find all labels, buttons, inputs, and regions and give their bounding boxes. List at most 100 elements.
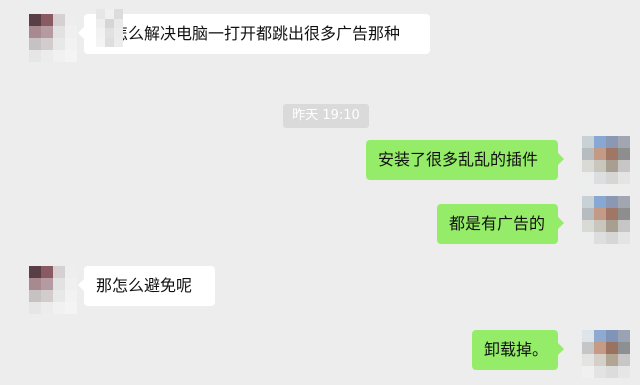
avatar-pixel — [594, 136, 606, 148]
avatar-pixel — [41, 50, 53, 62]
avatar-pixel — [53, 266, 65, 278]
avatar-pixel — [65, 38, 77, 50]
mosaic-pixel — [105, 37, 114, 47]
avatar-pixel — [594, 330, 606, 342]
mosaic-pixel — [114, 37, 123, 47]
avatar-pixel — [29, 278, 41, 290]
avatar-pixel — [618, 136, 630, 148]
avatar-pixel — [606, 342, 618, 354]
avatar-pixel — [65, 302, 77, 314]
avatar-pixel — [594, 232, 606, 244]
message-bubble-incoming[interactable]: 那怎么避免呢 — [78, 266, 215, 306]
message-bubble-outgoing[interactable]: 都是有广告的 — [437, 204, 564, 244]
avatar-pixel — [41, 302, 53, 314]
avatar-pixel — [582, 136, 594, 148]
avatar-pixel — [606, 160, 618, 172]
avatar-pixel — [582, 160, 594, 172]
mosaic-pixel — [105, 9, 114, 19]
avatar-pixel — [582, 196, 594, 208]
avatar-pixel — [582, 232, 594, 244]
message-text: 都是有广告的 — [449, 214, 546, 233]
self-avatar[interactable] — [582, 330, 630, 378]
avatar-pixel — [606, 208, 618, 220]
avatar-pixel — [606, 172, 618, 184]
avatar-pixel — [594, 366, 606, 378]
avatar-pixel — [618, 366, 630, 378]
mosaic-pixel — [96, 9, 105, 19]
avatar-pixel — [594, 160, 606, 172]
avatar-pixel — [29, 290, 41, 302]
avatar-pixel — [594, 148, 606, 160]
avatar-pixel — [65, 14, 77, 26]
avatar-pixel — [582, 366, 594, 378]
mosaic-pixel — [105, 18, 114, 28]
avatar-pixel — [582, 330, 594, 342]
avatar-pixel — [618, 354, 630, 366]
avatar-pixel — [41, 38, 53, 50]
message-bubble-incoming[interactable]: 哥怎么解决电脑一打开都跳出很多广告那种 — [78, 14, 430, 54]
avatar-pixel — [582, 148, 594, 160]
avatar-pixel — [29, 302, 41, 314]
avatar-pixel — [594, 354, 606, 366]
mosaic-pixel — [114, 9, 123, 19]
avatar-pixel — [53, 26, 65, 38]
avatar-pixel — [594, 220, 606, 232]
avatar-pixel — [606, 330, 618, 342]
self-avatar[interactable] — [582, 196, 630, 244]
avatar-pixel — [582, 208, 594, 220]
avatar-pixel — [53, 14, 65, 26]
avatar-pixel — [594, 208, 606, 220]
avatar-pixel — [582, 172, 594, 184]
avatar-pixel — [618, 342, 630, 354]
avatar-pixel — [29, 26, 41, 38]
avatar-pixel — [41, 278, 53, 290]
chat-window: { "messages": [ { "side": "left", "text"… — [0, 0, 640, 385]
avatar-pixel — [41, 14, 53, 26]
self-avatar[interactable] — [582, 136, 630, 184]
avatar-pixel — [618, 172, 630, 184]
avatar-pixel — [618, 208, 630, 220]
avatar-pixel — [29, 266, 41, 278]
mosaic-pixel — [114, 28, 123, 38]
avatar-pixel — [606, 148, 618, 160]
avatar-pixel — [29, 50, 41, 62]
mosaic-pixel — [105, 28, 114, 38]
avatar-pixel — [606, 196, 618, 208]
avatar-pixel — [618, 330, 630, 342]
avatar-pixel — [29, 14, 41, 26]
avatar-pixel — [65, 266, 77, 278]
message-text: 那怎么避免呢 — [96, 276, 193, 295]
avatar-pixel — [606, 354, 618, 366]
avatar-pixel — [618, 148, 630, 160]
avatar-pixel — [594, 342, 606, 354]
message-text: 安装了很多乱乱的插件 — [378, 150, 539, 169]
timestamp: 昨天 19:10 — [283, 104, 369, 128]
avatar-pixel — [41, 266, 53, 278]
mosaic-pixel — [96, 37, 105, 47]
avatar-pixel — [594, 172, 606, 184]
avatar-pixel — [618, 232, 630, 244]
avatar-pixel — [53, 278, 65, 290]
avatar-pixel — [582, 342, 594, 354]
avatar-pixel — [65, 278, 77, 290]
avatar-pixel — [29, 38, 41, 50]
contact-avatar[interactable] — [29, 14, 77, 62]
message-text: 哥怎么解决电脑一打开都跳出很多广告那种 — [96, 24, 401, 43]
mosaic-pixel — [114, 18, 123, 28]
avatar-pixel — [53, 38, 65, 50]
avatar-pixel — [582, 354, 594, 366]
message-bubble-outgoing[interactable]: 安装了很多乱乱的插件 — [366, 140, 564, 180]
avatar-pixel — [53, 302, 65, 314]
avatar-pixel — [606, 136, 618, 148]
message-bubble-outgoing[interactable]: 卸载掉。 — [472, 330, 564, 370]
avatar-pixel — [594, 196, 606, 208]
avatar-pixel — [65, 290, 77, 302]
mosaic-pixel — [96, 18, 105, 28]
contact-avatar[interactable] — [29, 266, 77, 314]
avatar-pixel — [606, 366, 618, 378]
avatar-pixel — [53, 290, 65, 302]
redacted-name-mosaic — [96, 9, 123, 47]
avatar-pixel — [618, 160, 630, 172]
mosaic-pixel — [96, 28, 105, 38]
avatar-pixel — [41, 290, 53, 302]
